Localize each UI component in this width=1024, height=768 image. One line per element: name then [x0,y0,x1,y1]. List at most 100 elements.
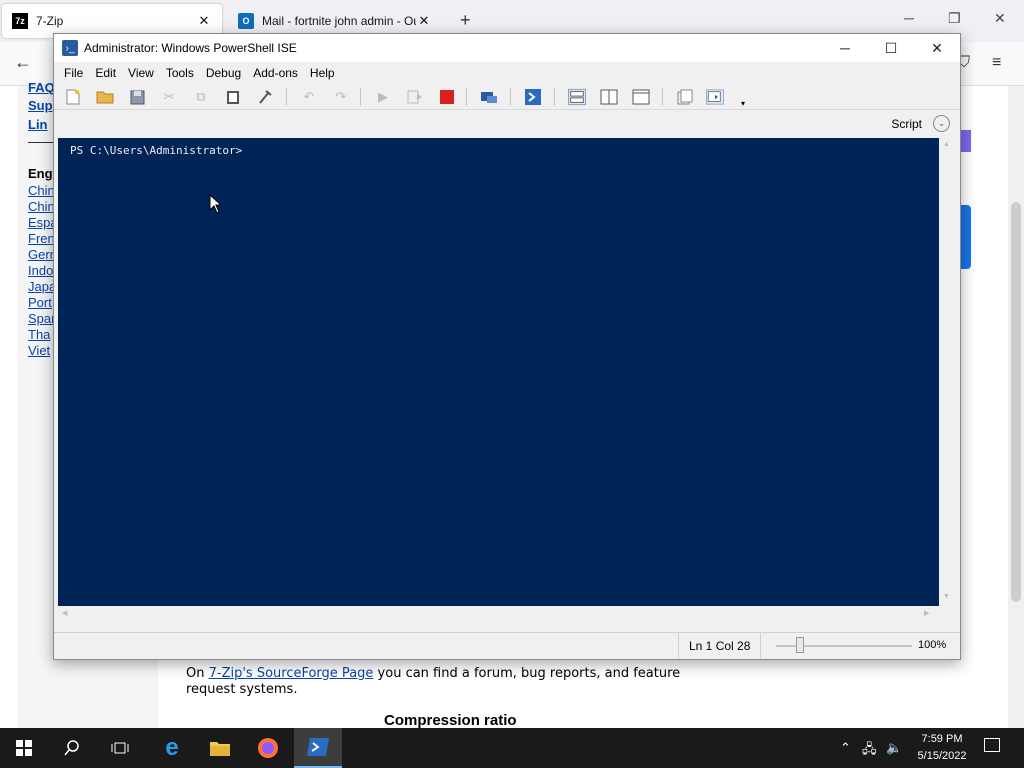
console-pane[interactable]: PS C:\Users\Administrator> [58,138,939,606]
cut-icon[interactable]: ✂ [160,88,178,106]
para-text: On [186,666,209,681]
language-link[interactable]: Port [28,295,52,310]
scroll-up-icon[interactable]: ▲ [943,141,950,148]
toolbar-separator [466,88,467,106]
zoom-slider-thumb[interactable] [796,637,804,653]
menu-help[interactable]: Help [304,66,341,80]
menu-bar: File Edit View Tools Debug Add-ons Help [54,62,960,84]
toolbar: ✂ ⧉ ↶ ↷ ▶ ▾ [54,84,960,110]
script-pane-max-icon[interactable] [632,88,650,106]
save-icon[interactable] [128,88,146,106]
taskbar-clock[interactable]: 7:59 PM 5/15/2022 [912,731,972,765]
taskbar: e ⌃ 🖧 🔈 7:59 PM 5/15/2022 [0,728,1024,768]
menu-view[interactable]: View [122,66,160,80]
sourceforge-link[interactable]: 7-Zip's SourceForge Page [209,666,374,681]
menu-debug[interactable]: Debug [200,66,247,80]
volume-muted-icon[interactable]: 🔈 [886,740,902,756]
undo-icon[interactable]: ↶ [300,88,318,106]
ise-title-bar[interactable]: ›_ Administrator: Windows PowerShell ISE… [54,34,960,62]
scroll-left-icon[interactable]: ◀ [62,609,67,617]
open-folder-icon[interactable] [96,88,114,106]
start-powershell-icon[interactable] [524,88,542,106]
show-command-addon-icon[interactable] [706,88,724,106]
toolbar-separator [360,88,361,106]
tab-label: 7-Zip [36,14,64,28]
notification-icon[interactable] [984,738,1000,752]
close-tab-icon[interactable]: ✕ [416,13,432,29]
run-icon[interactable]: ▶ [374,88,392,106]
script-pane-top-icon[interactable] [568,88,586,106]
script-pane-right-icon[interactable] [600,88,618,106]
menu-edit[interactable]: Edit [89,66,122,80]
chevron-up-icon[interactable]: ⌃ [840,740,851,756]
toolbar-overflow-icon[interactable]: ▾ [734,94,752,112]
new-script-icon[interactable] [64,88,82,106]
internet-explorer-icon[interactable]: e [148,728,196,768]
browser-restore-button[interactable]: ❐ [948,10,961,27]
window-title: Administrator: Windows PowerShell ISE [84,41,297,55]
start-icon[interactable] [0,728,48,768]
sidebar-link-faq[interactable]: FAQ [28,80,55,95]
stop-icon[interactable] [438,88,456,106]
firefox-icon[interactable] [244,728,292,768]
script-label[interactable]: Script [891,117,922,131]
minimize-button[interactable]: ─ [822,34,868,62]
cursor-position: Ln 1 Col 28 [678,633,762,659]
toolbar-separator [554,88,555,106]
menu-tools[interactable]: Tools [160,66,200,80]
search-icon[interactable] [48,728,96,768]
language-link[interactable]: Fren [28,231,55,246]
sidebar-heading: Eng [28,166,53,181]
back-button[interactable]: ← [14,52,32,73]
task-view-icon[interactable] [96,728,144,768]
page-scrollbar[interactable] [1008,86,1024,728]
menu-icon[interactable]: ≡ [992,54,1001,72]
clear-console-icon[interactable] [256,88,274,106]
sourceforge-paragraph: On 7-Zip's SourceForge Page you can find… [186,666,716,698]
mouse-cursor-icon [209,194,221,214]
powershell-ise-window: ›_ Administrator: Windows PowerShell ISE… [53,33,961,660]
language-link[interactable]: Indo [28,263,53,278]
console-prompt: PS C:\Users\Administrator> [70,144,243,157]
new-tab-button[interactable]: + [460,10,471,31]
close-button[interactable]: ✕ [914,34,960,62]
sidebar-link-links[interactable]: Lin [28,117,48,132]
redo-icon[interactable]: ↷ [332,88,350,106]
console-vertical-scrollbar[interactable]: ▲ ▼ [939,138,956,606]
menu-addons[interactable]: Add-ons [247,66,304,80]
tab-label: Mail - fortnite john admin - Ou [262,14,416,28]
network-icon[interactable]: 🖧 [862,740,877,762]
page-button-edge[interactable] [960,205,971,269]
show-command-window-icon[interactable] [676,88,694,106]
menu-file[interactable]: File [58,66,89,80]
script-pane-bar: Script ⌄ [54,112,960,136]
scroll-right-icon[interactable]: ▶ [924,609,929,617]
copy-icon[interactable]: ⧉ [192,88,210,106]
language-link[interactable]: Viet [28,343,50,358]
zoom-level: 100% [918,639,947,651]
close-tab-icon[interactable]: ✕ [196,13,212,29]
language-link[interactable]: Tha [28,327,50,342]
browser-close-button[interactable]: ✕ [994,10,1006,27]
scroll-down-icon[interactable]: ▼ [943,593,950,600]
clock-date: 5/15/2022 [917,750,967,762]
scrollbar-thumb[interactable] [1011,202,1021,602]
outlook-favicon-icon: O [238,13,254,29]
paste-icon[interactable] [224,88,242,106]
new-remote-tab-icon[interactable] [480,88,498,106]
console-horizontal-scrollbar[interactable]: ◀ ▶ [58,606,939,623]
language-link[interactable]: Chin [28,183,55,198]
chevron-down-icon[interactable]: ⌄ [933,115,950,132]
powershell-ise-taskbar-icon[interactable] [294,728,342,768]
language-link[interactable]: Japa [28,279,56,294]
toolbar-separator [286,88,287,106]
page-accent-block [960,130,971,152]
browser-minimize-button[interactable]: ─ [904,10,914,26]
sidebar-link-support[interactable]: Sup [28,98,53,113]
language-link[interactable]: Chin [28,199,55,214]
run-selection-icon[interactable] [406,88,424,106]
file-explorer-icon[interactable] [196,728,244,768]
maximize-button[interactable]: ☐ [868,34,914,62]
powershell-ise-icon: ›_ [62,40,78,56]
toolbar-separator [662,88,663,106]
